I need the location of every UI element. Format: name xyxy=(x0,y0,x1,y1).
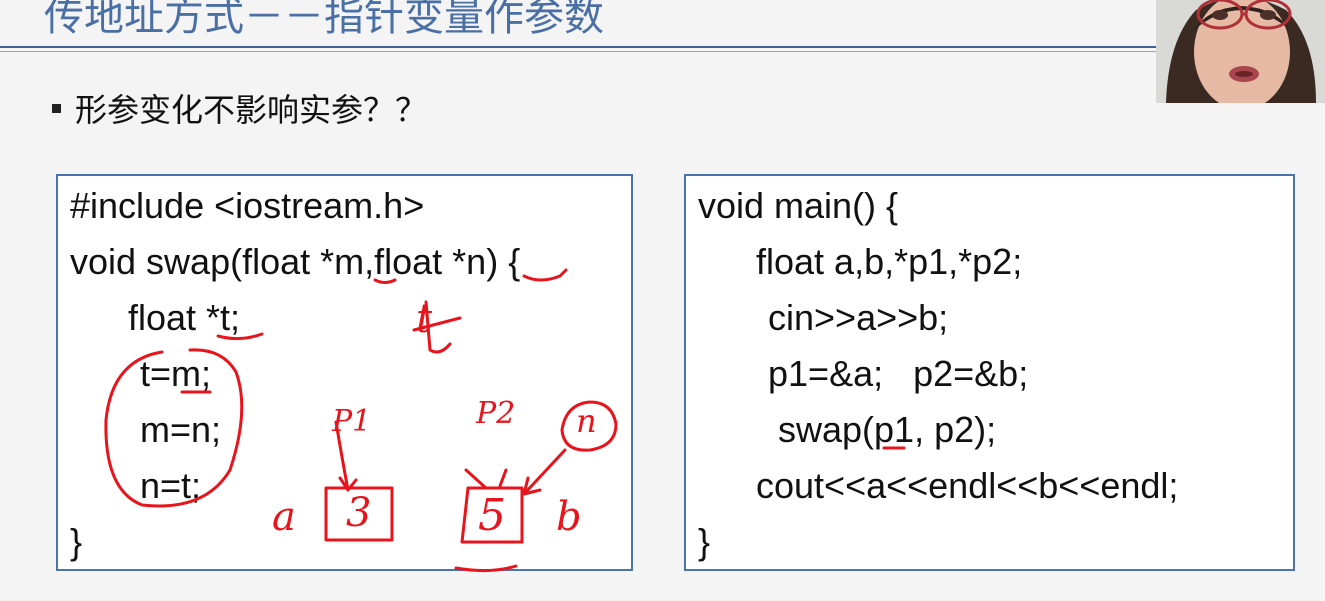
code-line: p1=&a; p2=&b; xyxy=(768,353,1029,394)
annotation-label: t xyxy=(416,296,433,342)
annotation-label: b xyxy=(556,494,582,540)
bullet-text: 形参变化不影响实参？？ xyxy=(75,91,428,129)
code-line: float a,b,*p1,*p2; xyxy=(756,241,1023,282)
presenter-portrait xyxy=(1156,0,1325,103)
code-line: cin>>a>>b; xyxy=(768,297,949,338)
code-box-swap: #include <iostream.h> void swap(float *m… xyxy=(56,174,633,571)
code-line: m=n; xyxy=(140,409,222,450)
annotation-label: a xyxy=(272,494,296,540)
code-line: t=m; xyxy=(140,353,212,394)
annotation-label: 5 xyxy=(478,490,506,541)
title-divider-light xyxy=(0,51,1156,52)
annotation-label: 3 xyxy=(346,490,372,536)
code-line: cout<<a<<endl<<b<<endl; xyxy=(756,465,1179,506)
code-line: n=t; xyxy=(140,465,202,506)
code-line: float *t; xyxy=(128,297,241,338)
code-line: } xyxy=(698,521,711,562)
title-divider xyxy=(0,46,1156,48)
annotation-label: P2 xyxy=(476,396,516,431)
slide-title: 传地址方式－－指针变量作参数 xyxy=(44,0,604,40)
presenter-webcam xyxy=(1156,0,1325,103)
code-line: void swap(float *m,float *n) { xyxy=(70,241,521,282)
code-box-main: void main() { float a,b,*p1,*p2; cin>>a>… xyxy=(684,174,1295,571)
code-line: swap(p1, p2); xyxy=(778,409,997,450)
bullet-marker xyxy=(52,103,61,113)
code-line: } xyxy=(70,521,83,562)
annotation-label: P1 xyxy=(332,404,372,439)
code-line: void main() { xyxy=(698,185,899,226)
code-line: #include <iostream.h> xyxy=(70,185,425,226)
bullet-item: 形参变化不影响实参？？ xyxy=(52,86,427,130)
annotation-label: n xyxy=(576,402,597,440)
